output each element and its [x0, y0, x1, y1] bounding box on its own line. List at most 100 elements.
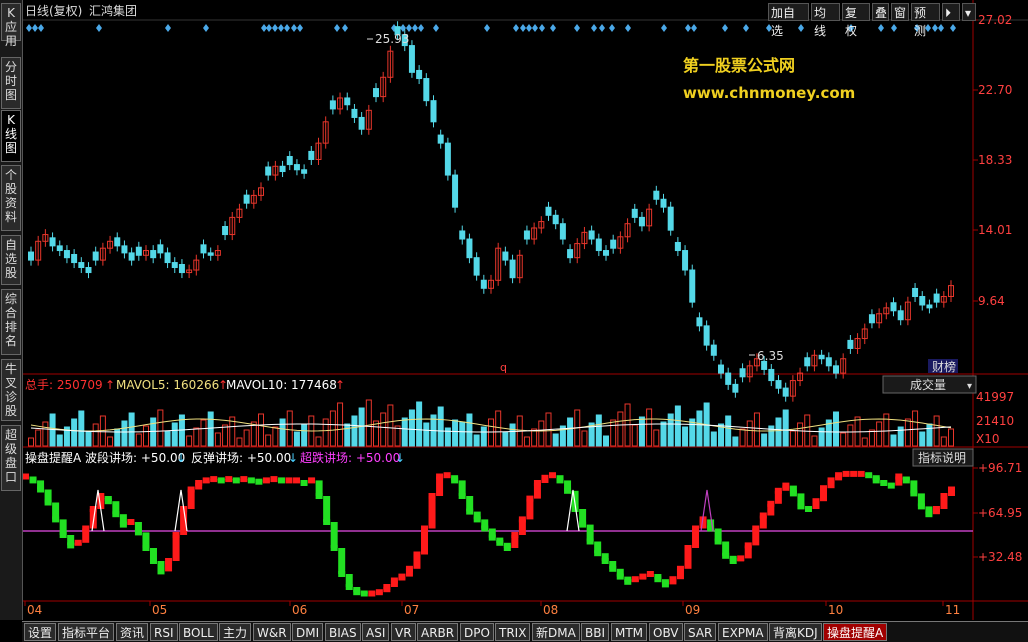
sidebar-tab-1[interactable]: 分时图: [1, 57, 21, 109]
indicator-riser: [247, 479, 255, 481]
volume-bar: [926, 423, 933, 447]
candle-body: [92, 251, 99, 261]
bottom-tab-0[interactable]: 设置: [24, 623, 57, 641]
sidebar-tab-3[interactable]: 个股资料: [1, 165, 21, 231]
bottom-tab-17[interactable]: OBV: [649, 623, 683, 641]
indicator-riser: [835, 475, 843, 481]
indicator-step: [23, 473, 29, 480]
candle-body: [868, 314, 875, 324]
indicator-riser: [443, 475, 451, 477]
bottom-tab-11[interactable]: ARBR: [417, 623, 459, 641]
bottom-tab-12[interactable]: DPO: [460, 623, 494, 641]
bottom-tab-21[interactable]: 操盘提醒A: [823, 623, 888, 641]
indicator-riser: [654, 574, 662, 580]
volume-bar: [739, 428, 746, 447]
volume-bar: [301, 423, 308, 447]
bottom-tab-1[interactable]: 指标平台: [58, 623, 115, 641]
volume-bar: [214, 432, 221, 447]
indicator-riser: [767, 503, 775, 516]
volume-bar: [171, 422, 178, 447]
bottom-tab-10[interactable]: VR: [391, 623, 416, 641]
indicator-riser: [518, 519, 526, 535]
price-label-4: 9.64: [978, 294, 1005, 308]
toolbar-button-5[interactable]: 预测: [911, 3, 940, 38]
signal-diamond: [532, 24, 538, 32]
indicator-riser: [255, 480, 263, 482]
bottom-tab-20[interactable]: 背离KDJ: [769, 623, 822, 641]
bottom-tab-13[interactable]: TRIX: [495, 623, 531, 641]
candle-body: [135, 246, 142, 256]
indicator-riser: [67, 535, 75, 546]
indicator-riser: [631, 579, 639, 582]
sidebar-tab-0[interactable]: K 应用: [1, 3, 21, 48]
candle-body: [818, 354, 825, 360]
indicator-riser: [902, 476, 910, 481]
bottom-tab-16[interactable]: MTM: [611, 623, 648, 641]
bottom-tab-19[interactable]: EXPMA: [718, 623, 768, 641]
toolbar-button-3[interactable]: 叠: [872, 3, 889, 21]
volume-bar: [890, 434, 897, 447]
volume-bar: [753, 412, 760, 447]
candle-body: [358, 116, 365, 130]
candle-body: [444, 142, 451, 176]
date-label-0: 04: [27, 603, 42, 617]
kline-chart[interactable]: 日线(复权) 汇鸿集团第一股票公式网 www.chnmoney.com 27.02 22…: [23, 0, 1028, 620]
indicator-riser: [526, 498, 534, 520]
sidebar-tab-7[interactable]: 超级盘口: [1, 425, 21, 491]
candle-body: [480, 279, 487, 289]
sidebar-tab-2[interactable]: K 线图: [1, 110, 21, 162]
toolbar-button-1[interactable]: 均线: [811, 3, 840, 38]
bottom-tab-7[interactable]: DMI: [292, 623, 324, 641]
volume-bar: [682, 426, 689, 447]
signal-diamond: [743, 24, 749, 32]
bottom-tab-4[interactable]: BOLL: [179, 623, 218, 641]
indicator-riser: [428, 496, 436, 529]
signal-diamond: [539, 24, 545, 32]
candle-body: [847, 339, 854, 349]
volume-bar: [258, 413, 264, 447]
signal-diamond: [932, 24, 938, 32]
toolbar-button-4[interactable]: 窗: [891, 3, 909, 21]
bottom-tab-18[interactable]: SAR: [684, 623, 717, 641]
indicator-riser: [804, 506, 812, 509]
volume-bar: [186, 435, 193, 447]
bottom-tab-5[interactable]: 主力: [219, 623, 252, 641]
toolbar-button-2[interactable]: 复权: [842, 3, 870, 38]
volume-bar: [322, 418, 329, 447]
indicator-legend-arrow-2: ↓: [395, 451, 405, 465]
sidebar-tab-4[interactable]: 自选股: [1, 235, 21, 285]
bottom-tab-14[interactable]: 新DMA: [532, 623, 580, 641]
indicator-riser: [338, 548, 346, 574]
volume-bar: [933, 415, 940, 447]
volume-bar: [610, 419, 617, 447]
bottom-tab-2[interactable]: 资讯: [116, 623, 149, 641]
candle-body: [732, 383, 739, 393]
bottom-tab-9[interactable]: ASI: [362, 623, 390, 641]
bottom-tab-8[interactable]: BIAS: [325, 623, 361, 641]
sidebar-tab-6[interactable]: 牛叉诊股: [1, 359, 21, 421]
volume-bar: [222, 424, 229, 447]
candle-body: [933, 293, 940, 303]
bottom-tab-15[interactable]: BBI: [581, 623, 610, 641]
volume-bar: [344, 423, 351, 447]
indicator-riser: [940, 496, 948, 509]
signal-diamond: [266, 24, 272, 32]
candle-body: [466, 238, 473, 259]
candle-body: [178, 263, 185, 274]
bottom-tab-6[interactable]: W&R: [253, 623, 291, 641]
indicator-riser: [586, 524, 594, 542]
indicator-step: [293, 477, 301, 484]
candle-body: [171, 262, 178, 269]
toolbar-button-6[interactable]: ⏵: [942, 3, 960, 21]
sidebar-tab-5[interactable]: 综合排名: [1, 289, 21, 355]
indicator-riser: [232, 479, 240, 481]
toolbar-button-0[interactable]: 加自选: [768, 3, 809, 38]
bottom-tab-3[interactable]: RSI: [150, 623, 178, 641]
indicator-riser: [533, 483, 541, 499]
indicator-riser: [684, 548, 692, 569]
candle-body: [293, 164, 300, 171]
volume-bar: [293, 431, 300, 447]
toolbar-button-7[interactable]: ▾: [962, 3, 976, 21]
candle-body: [265, 166, 272, 176]
volume-bar: [919, 431, 926, 447]
